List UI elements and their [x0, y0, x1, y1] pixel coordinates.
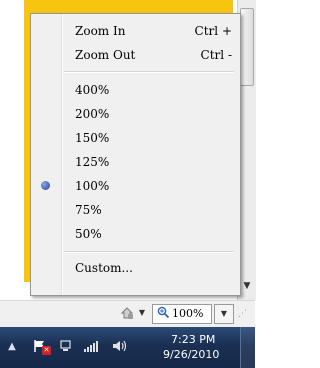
- menu-item-label: 150%: [75, 131, 110, 145]
- zoom-menu: Zoom In Ctrl + Zoom Out Ctrl - 400% 200%…: [30, 13, 241, 296]
- menu-item-label: 75%: [75, 203, 102, 217]
- menu-item-shortcut: Ctrl +: [194, 24, 232, 38]
- resize-grip-icon[interactable]: ⋰: [238, 309, 252, 323]
- zoom-level-button[interactable]: 100%: [152, 304, 212, 324]
- menu-item-zoom-100[interactable]: 100%: [31, 176, 240, 198]
- menu-item-label: 200%: [75, 107, 110, 121]
- menu-item-zoom-125[interactable]: 125%: [31, 152, 240, 174]
- menu-item-zoom-200[interactable]: 200%: [31, 104, 240, 126]
- taskbar: ▲ ✕ 7:23 PM 9/26/2010: [0, 327, 256, 368]
- clock-time[interactable]: 7:23 PM: [171, 333, 215, 346]
- clock-date[interactable]: 9/26/2010: [163, 348, 219, 361]
- scroll-down-arrow-icon[interactable]: ▼: [241, 280, 253, 292]
- menu-separator: [64, 251, 234, 253]
- page-left-margin: [0, 0, 24, 282]
- security-dropdown-icon[interactable]: ▼: [137, 306, 147, 320]
- menu-item-zoom-150[interactable]: 150%: [31, 128, 240, 150]
- menu-item-zoom-out[interactable]: Zoom Out Ctrl -: [31, 45, 240, 67]
- menu-item-label: 100%: [75, 179, 110, 193]
- scrollbar-thumb[interactable]: [240, 8, 254, 86]
- zoom-dropdown-icon[interactable]: ▼: [214, 304, 234, 324]
- signal-icon[interactable]: [83, 339, 99, 355]
- security-icon[interactable]: [119, 305, 135, 321]
- zoom-icon: [157, 306, 170, 322]
- menu-item-shortcut: Ctrl -: [200, 48, 232, 62]
- menu-item-zoom-in[interactable]: Zoom In Ctrl +: [31, 21, 240, 43]
- menu-separator: [64, 71, 234, 73]
- menu-item-label: Zoom In: [75, 24, 126, 38]
- menu-item-custom-zoom[interactable]: Custom...: [31, 258, 240, 280]
- status-bar: ▼ 100% ▼ ⋰: [0, 300, 255, 327]
- menu-item-label: Zoom Out: [75, 48, 136, 62]
- radio-selected-icon: [41, 181, 50, 190]
- menu-item-zoom-400[interactable]: 400%: [31, 80, 240, 102]
- zoom-value: 100%: [172, 307, 204, 320]
- menu-item-zoom-50[interactable]: 50%: [31, 224, 240, 246]
- chevron-up-icon[interactable]: ▲: [4, 339, 20, 355]
- menu-item-label: 400%: [75, 83, 110, 97]
- error-badge-icon: ✕: [42, 346, 51, 355]
- volume-icon[interactable]: [112, 339, 128, 355]
- menu-item-label: Custom...: [75, 261, 133, 275]
- network-icon[interactable]: [58, 339, 74, 355]
- show-desktop-button[interactable]: [240, 327, 256, 368]
- menu-item-label: 50%: [75, 227, 102, 241]
- menu-item-label: 125%: [75, 155, 110, 169]
- menu-item-zoom-75[interactable]: 75%: [31, 200, 240, 222]
